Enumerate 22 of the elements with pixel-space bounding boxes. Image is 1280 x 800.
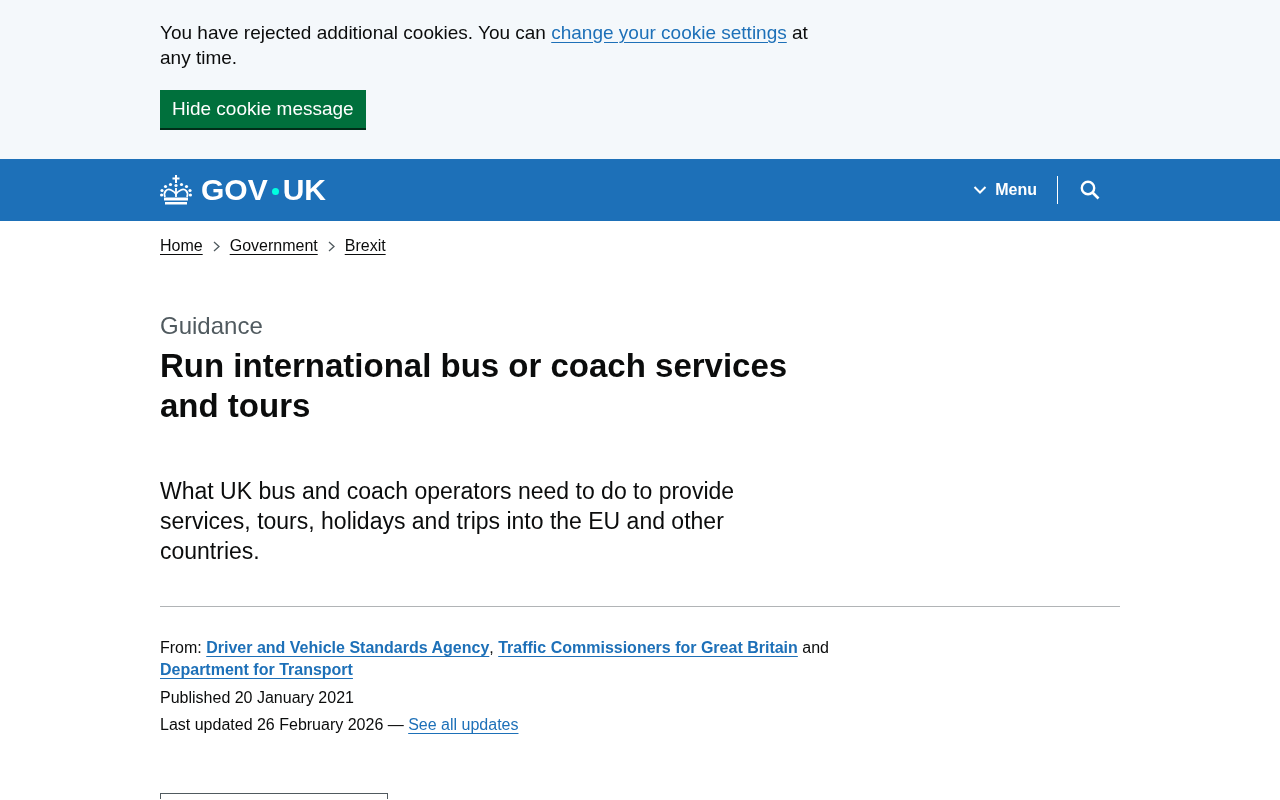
hide-cookie-button[interactable]: Hide cookie message (160, 90, 366, 128)
breadcrumb-link[interactable]: Home (160, 236, 203, 256)
published-date: Published 20 January 2021 (160, 688, 355, 708)
menu-button[interactable]: Menu (973, 180, 1037, 200)
cookie-settings-link[interactable]: change your cookie settings (551, 22, 787, 43)
last-updated-line: Last updated 26 February 2026 — See all updates (160, 715, 520, 735)
govuk-logo-link[interactable]: GOV UK (160, 175, 327, 205)
page-caption: Guidance (160, 311, 263, 341)
page-title: Run international bus or coach services and tours (160, 346, 789, 426)
chevron-right-icon (327, 240, 335, 252)
from-line: From: Driver and Vehicle Standards Agency, Traffic Commissioners for Great Britain and Department for Transport (160, 638, 830, 680)
chevron-right-icon (212, 240, 220, 252)
cookie-message: You have rejected additional cookies. You can change your cookie settings at any time. (160, 21, 809, 70)
organisation-link[interactable]: Department for Transport (160, 661, 353, 678)
crown-icon (160, 175, 192, 205)
organisation-link[interactable]: Traffic Commissioners for Great Britain (498, 639, 798, 656)
page-description: What UK bus and coach operators need to do to provide services, tours, holidays and trips into the EU and other countries. (160, 477, 736, 566)
breadcrumb-link[interactable]: Government (229, 236, 318, 256)
organisation-link[interactable]: Driver and Vehicle Standards Agency (206, 639, 490, 656)
breadcrumb-link[interactable]: Brexit (344, 236, 386, 256)
updates-link[interactable]: See all updates (408, 716, 519, 733)
search-icon (1080, 180, 1100, 200)
